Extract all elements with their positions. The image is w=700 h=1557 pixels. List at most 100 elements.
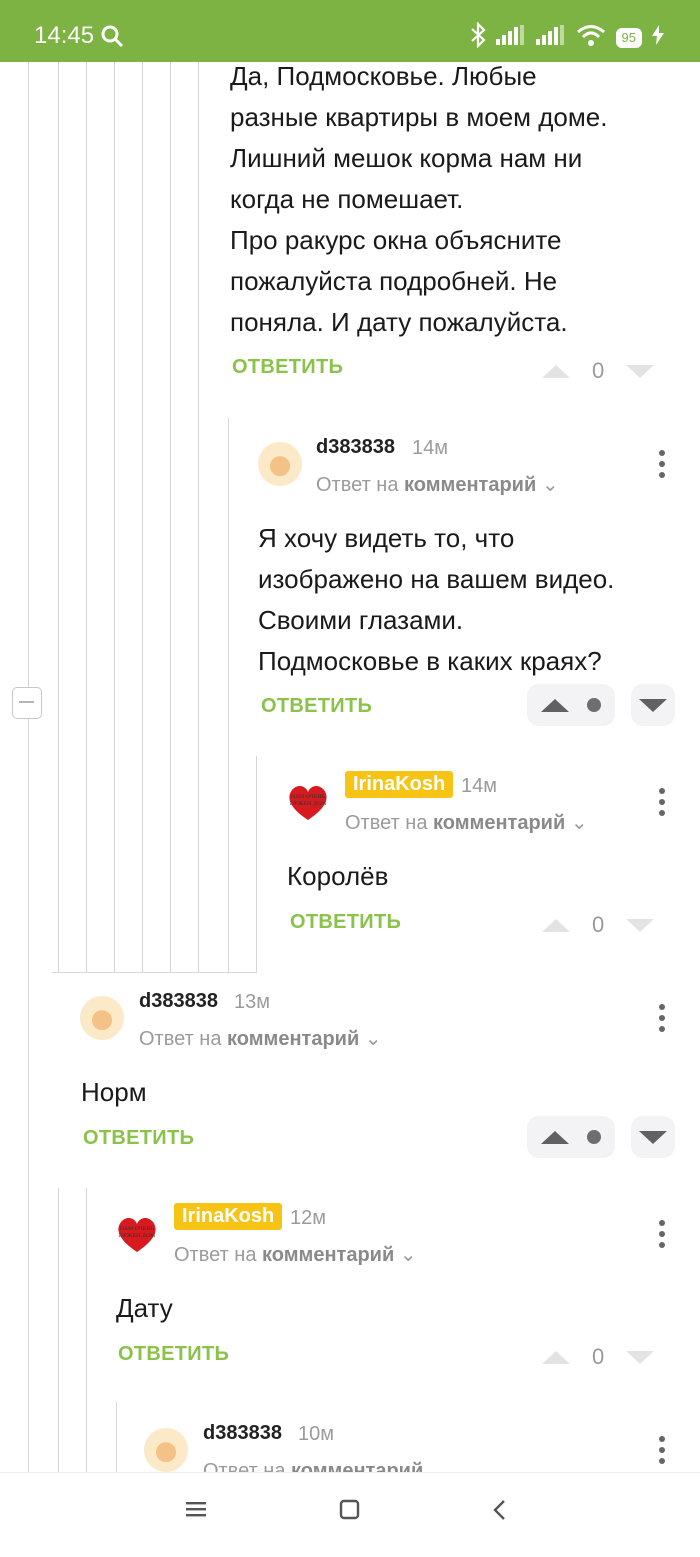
status-bar: 14:45 95 xyxy=(0,0,700,62)
avatar[interactable] xyxy=(258,442,302,486)
reply-to-comment[interactable]: комментарий xyxy=(433,812,565,834)
avatar[interactable]: НАМ ОЧЕНЬ НУЖЕН ДОМ xyxy=(286,780,330,824)
comment-text-line: Своими глазами. xyxy=(258,605,464,635)
score-hidden-dot xyxy=(587,698,601,712)
downvote-icon[interactable] xyxy=(626,918,655,932)
reply-button[interactable]: ОТВЕТИТЬ xyxy=(232,356,343,379)
score-hidden-dot xyxy=(587,1130,601,1144)
reply-button[interactable]: ОТВЕТИТЬ xyxy=(118,1343,229,1366)
charging-icon xyxy=(652,25,664,50)
upvote-icon[interactable] xyxy=(542,364,570,378)
chevron-down-icon: ⌄ xyxy=(399,1244,417,1266)
reply-to-link[interactable]: Ответ на комментарий ⌄ xyxy=(316,472,559,497)
comments-thread: Да, Подмосковье. Любые разные квартиры в… xyxy=(0,62,700,1472)
vote-pill xyxy=(631,684,675,726)
rating-widget xyxy=(527,1116,675,1158)
bluetooth-icon xyxy=(470,21,486,53)
chevron-down-icon: ⌄ xyxy=(364,1028,382,1050)
reply-button[interactable]: ОТВЕТИТЬ xyxy=(83,1127,194,1150)
comment-text-line: изображено на вашем видео. xyxy=(258,564,615,594)
vote-pill xyxy=(527,1116,615,1158)
status-time: 14:45 xyxy=(34,22,95,49)
thread-line xyxy=(228,418,229,972)
avatar[interactable] xyxy=(144,1428,188,1472)
reply-button[interactable]: ОТВЕТИТЬ xyxy=(290,911,401,934)
comment-time: 14м xyxy=(412,437,448,459)
thread-line xyxy=(142,62,143,972)
downvote-icon[interactable] xyxy=(626,364,655,378)
home-icon[interactable] xyxy=(339,1499,361,1526)
reply-to-link[interactable]: Ответ на комментарий ⌄ xyxy=(345,810,588,835)
reply-to-comment[interactable]: комментарий xyxy=(262,1244,394,1266)
rating-widget: 0 xyxy=(542,1344,655,1370)
thread-line xyxy=(52,972,257,973)
comment-time: 12м xyxy=(290,1207,326,1229)
search-icon xyxy=(100,24,124,53)
reply-to-comment[interactable]: комментарий xyxy=(291,1460,423,1472)
upvote-icon[interactable] xyxy=(541,698,569,712)
comment-time: 14м xyxy=(461,775,497,797)
reply-to-comment[interactable]: комментарий xyxy=(404,474,536,496)
reply-to-link[interactable]: Ответ на комментарий ⌄ xyxy=(174,1242,417,1267)
comment-text-line: Лишний мешок корма нам ни xyxy=(230,143,583,173)
reply-to-link[interactable]: Ответ на комментарий ⌄ xyxy=(203,1458,446,1472)
comment-text: Дату xyxy=(116,1293,173,1323)
comment-text: Норм xyxy=(81,1077,147,1107)
more-options-icon[interactable] xyxy=(659,450,665,483)
status-icons: 95 xyxy=(470,21,664,53)
downvote-icon[interactable] xyxy=(626,1350,655,1364)
menu-icon[interactable] xyxy=(186,1499,208,1524)
avatar-logo-text: НУЖЕН ДОМ xyxy=(119,1233,155,1239)
thread-line xyxy=(58,1188,59,1472)
thread-line xyxy=(58,62,59,972)
comment-text-line: Я хочу видеть то, что xyxy=(258,523,515,553)
more-options-icon[interactable] xyxy=(659,1004,665,1037)
comment-text-line: Подмосковье в каких краях? xyxy=(258,646,602,676)
upvote-icon[interactable] xyxy=(542,1350,570,1364)
back-icon[interactable] xyxy=(492,1499,508,1526)
upvote-icon[interactable] xyxy=(542,918,570,932)
chevron-down-icon: ⌄ xyxy=(570,812,588,834)
vote-pill xyxy=(527,684,615,726)
avatar-logo-text: НАМ ОЧЕНЬ xyxy=(120,1226,155,1232)
comment-author[interactable]: IrinaKosh xyxy=(174,1203,283,1230)
avatar-logo-text: НАМ ОЧЕНЬ xyxy=(291,794,326,800)
reply-to-comment[interactable]: комментарий xyxy=(227,1028,359,1050)
vote-pill xyxy=(631,1116,675,1158)
more-options-icon[interactable] xyxy=(659,788,665,821)
collapse-thread-button[interactable] xyxy=(12,687,42,719)
comment-author[interactable]: d383838 xyxy=(139,990,218,1013)
comment-author[interactable]: d383838 xyxy=(316,436,395,459)
comment-text: Я хочу видеть то, что изображено на ваше… xyxy=(258,518,614,682)
comment-text-line: Про ракурс окна объясните xyxy=(230,225,562,255)
comment-text-line: Да, Подмосковье. Любые xyxy=(230,62,537,91)
rating-score: 0 xyxy=(592,358,605,383)
avatar[interactable] xyxy=(80,996,124,1040)
comment-text-line: пожалуйста подробней. Не xyxy=(230,266,558,296)
thread-line xyxy=(170,62,171,972)
comment-time: 10м xyxy=(298,1423,334,1445)
thread-line xyxy=(86,1188,87,1472)
signal-icon xyxy=(495,25,526,50)
comment-author[interactable]: IrinaKosh xyxy=(345,771,454,798)
downvote-icon[interactable] xyxy=(639,1130,667,1144)
wifi-icon xyxy=(576,24,606,51)
more-options-icon[interactable] xyxy=(659,1220,665,1253)
downvote-icon[interactable] xyxy=(639,698,667,712)
reply-to-prefix: Ответ на xyxy=(345,812,428,834)
comment-text-line: когда не помешает. xyxy=(230,184,464,214)
reply-to-prefix: Ответ на xyxy=(203,1460,286,1472)
thread-line xyxy=(86,62,87,972)
comment-text-line: разные квартиры в моем доме. xyxy=(230,102,608,132)
upvote-icon[interactable] xyxy=(541,1130,569,1144)
reply-to-prefix: Ответ на xyxy=(139,1028,222,1050)
comment-text: Королёв xyxy=(287,861,389,891)
avatar-logo-text: НУЖЕН ДОМ xyxy=(290,801,326,807)
chevron-down-icon: ⌄ xyxy=(428,1460,446,1472)
avatar[interactable]: НАМ ОЧЕНЬ НУЖЕН ДОМ xyxy=(115,1212,159,1256)
reply-button[interactable]: ОТВЕТИТЬ xyxy=(261,695,372,718)
more-options-icon[interactable] xyxy=(659,1436,665,1469)
reply-to-link[interactable]: Ответ на комментарий ⌄ xyxy=(139,1026,382,1051)
comment-author[interactable]: d383838 xyxy=(203,1422,282,1445)
reply-to-prefix: Ответ на xyxy=(174,1244,257,1266)
